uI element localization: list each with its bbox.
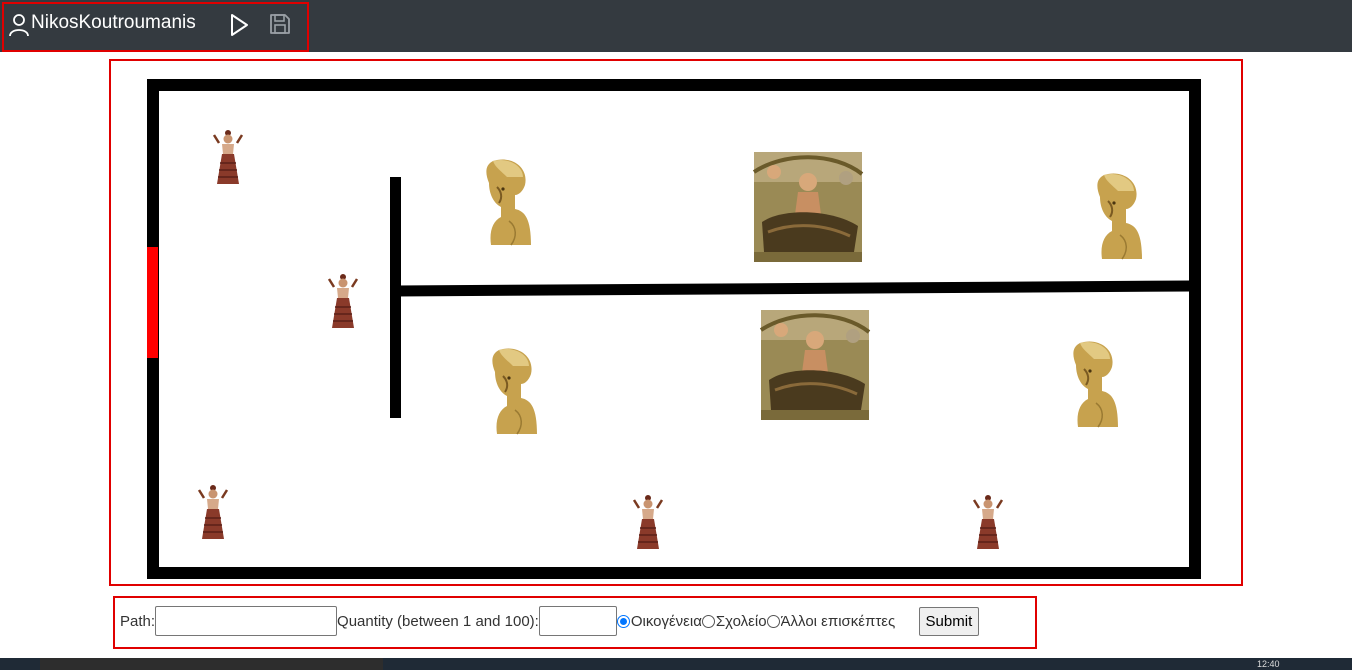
play-icon[interactable]: [227, 12, 251, 38]
exhibit-mosaic-painting[interactable]: [752, 150, 864, 264]
visitor-type-family-radio[interactable]: [616, 614, 630, 628]
exhibit-snake-goddess[interactable]: [197, 483, 229, 541]
exhibit-snake-goddess[interactable]: [212, 128, 244, 186]
path-input[interactable]: [155, 606, 338, 636]
exhibit-snake-goddess[interactable]: [972, 493, 1004, 551]
visitor-type-school-label: Σχολείο: [715, 612, 767, 630]
username-label[interactable]: NikosKoutroumanis: [31, 12, 196, 34]
exhibit-spartan-bust[interactable]: [1096, 172, 1143, 260]
submit-button[interactable]: Submit: [918, 606, 980, 636]
outer-wall: [147, 79, 1201, 579]
taskbar-search-area[interactable]: [40, 658, 383, 670]
visitor-type-family-label: Οικογένεια: [630, 612, 702, 630]
inner-wall-horizontal: [394, 280, 1192, 297]
exhibit-mosaic-painting[interactable]: [759, 308, 871, 422]
user-icon[interactable]: [8, 13, 30, 37]
path-form: Path: Quantity (between 1 and 100): Οικο…: [120, 606, 980, 636]
exhibit-snake-goddess[interactable]: [327, 272, 359, 330]
entrance-door[interactable]: [147, 247, 158, 358]
visitor-type-other-label: Άλλοι επισκέπτες: [780, 612, 896, 630]
exhibit-spartan-bust[interactable]: [1072, 340, 1119, 428]
exhibit-spartan-bust[interactable]: [485, 158, 532, 246]
visitor-type-school-radio[interactable]: [701, 614, 715, 628]
exhibit-snake-goddess[interactable]: [632, 493, 664, 551]
save-icon[interactable]: [268, 12, 292, 36]
quantity-label: Quantity (between 1 and 100):: [337, 612, 539, 630]
exhibit-spartan-bust[interactable]: [491, 347, 538, 435]
quantity-input[interactable]: [538, 606, 617, 636]
top-navbar: NikosKoutroumanis: [0, 0, 1352, 52]
path-label: Path:: [120, 612, 156, 630]
taskbar-clock: 12:40: [1257, 659, 1280, 669]
inner-wall-vertical: [390, 177, 401, 418]
floorplan-canvas[interactable]: [147, 79, 1201, 579]
visitor-type-other-radio[interactable]: [766, 614, 780, 628]
